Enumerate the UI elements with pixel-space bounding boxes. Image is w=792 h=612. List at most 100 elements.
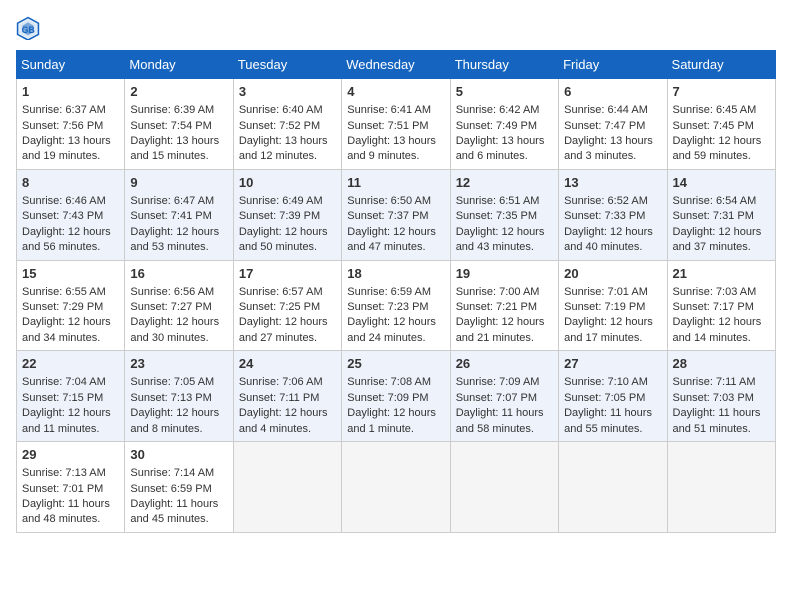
calendar-day-19: 19 Sunrise: 7:00 AM Sunset: 7:21 PM Dayl… (450, 260, 558, 351)
daylight-label: Daylight: 12 hours and 30 minutes. (130, 316, 219, 343)
calendar: Sunday Monday Tuesday Wednesday Thursday… (16, 50, 776, 533)
sunset-label: Sunset: 6:59 PM (130, 483, 211, 495)
sunrise-label: Sunrise: 6:51 AM (456, 195, 540, 207)
calendar-day-11: 11 Sunrise: 6:50 AM Sunset: 7:37 PM Dayl… (342, 169, 450, 260)
daylight-label: Daylight: 13 hours and 15 minutes. (130, 135, 219, 162)
sunset-label: Sunset: 7:21 PM (456, 301, 537, 313)
logo-icon: GB (16, 16, 40, 40)
sunset-label: Sunset: 7:07 PM (456, 392, 537, 404)
daylight-label: Daylight: 12 hours and 24 minutes. (347, 316, 436, 343)
daylight-label: Daylight: 12 hours and 50 minutes. (239, 226, 328, 253)
sunrise-label: Sunrise: 6:42 AM (456, 104, 540, 116)
calendar-day-empty (667, 442, 775, 533)
calendar-day-29: 29 Sunrise: 7:13 AM Sunset: 7:01 PM Dayl… (17, 442, 125, 533)
daylight-label: Daylight: 12 hours and 21 minutes. (456, 316, 545, 343)
calendar-day-1: 1 Sunrise: 6:37 AM Sunset: 7:56 PM Dayli… (17, 79, 125, 170)
sunrise-label: Sunrise: 7:10 AM (564, 376, 648, 388)
sunrise-label: Sunrise: 6:44 AM (564, 104, 648, 116)
calendar-week-5: 29 Sunrise: 7:13 AM Sunset: 7:01 PM Dayl… (17, 442, 776, 533)
calendar-week-2: 8 Sunrise: 6:46 AM Sunset: 7:43 PM Dayli… (17, 169, 776, 260)
sunrise-label: Sunrise: 6:45 AM (673, 104, 757, 116)
daylight-label: Daylight: 12 hours and 59 minutes. (673, 135, 762, 162)
sunset-label: Sunset: 7:43 PM (22, 210, 103, 222)
calendar-day-3: 3 Sunrise: 6:40 AM Sunset: 7:52 PM Dayli… (233, 79, 341, 170)
header-friday: Friday (559, 51, 667, 79)
sunset-label: Sunset: 7:19 PM (564, 301, 645, 313)
day-number: 12 (456, 174, 553, 192)
day-number: 28 (673, 355, 770, 373)
calendar-day-6: 6 Sunrise: 6:44 AM Sunset: 7:47 PM Dayli… (559, 79, 667, 170)
day-number: 29 (22, 446, 119, 464)
daylight-label: Daylight: 13 hours and 6 minutes. (456, 135, 545, 162)
sunrise-label: Sunrise: 6:39 AM (130, 104, 214, 116)
daylight-label: Daylight: 12 hours and 11 minutes. (22, 407, 111, 434)
calendar-day-16: 16 Sunrise: 6:56 AM Sunset: 7:27 PM Dayl… (125, 260, 233, 351)
day-number: 27 (564, 355, 661, 373)
calendar-day-2: 2 Sunrise: 6:39 AM Sunset: 7:54 PM Dayli… (125, 79, 233, 170)
daylight-label: Daylight: 12 hours and 40 minutes. (564, 226, 653, 253)
day-number: 10 (239, 174, 336, 192)
daylight-label: Daylight: 11 hours and 48 minutes. (22, 498, 110, 525)
sunset-label: Sunset: 7:17 PM (673, 301, 754, 313)
daylight-label: Daylight: 12 hours and 8 minutes. (130, 407, 219, 434)
header-wednesday: Wednesday (342, 51, 450, 79)
daylight-label: Daylight: 13 hours and 9 minutes. (347, 135, 436, 162)
day-number: 9 (130, 174, 227, 192)
calendar-day-30: 30 Sunrise: 7:14 AM Sunset: 6:59 PM Dayl… (125, 442, 233, 533)
sunset-label: Sunset: 7:11 PM (239, 392, 320, 404)
daylight-label: Daylight: 12 hours and 47 minutes. (347, 226, 436, 253)
sunrise-label: Sunrise: 6:56 AM (130, 286, 214, 298)
day-number: 14 (673, 174, 770, 192)
daylight-label: Daylight: 12 hours and 4 minutes. (239, 407, 328, 434)
day-number: 30 (130, 446, 227, 464)
header-monday: Monday (125, 51, 233, 79)
day-number: 22 (22, 355, 119, 373)
header-tuesday: Tuesday (233, 51, 341, 79)
daylight-label: Daylight: 11 hours and 55 minutes. (564, 407, 652, 434)
day-number: 11 (347, 174, 444, 192)
sunset-label: Sunset: 7:23 PM (347, 301, 428, 313)
day-number: 7 (673, 83, 770, 101)
calendar-day-empty (450, 442, 558, 533)
sunset-label: Sunset: 7:49 PM (456, 120, 537, 132)
calendar-day-12: 12 Sunrise: 6:51 AM Sunset: 7:35 PM Dayl… (450, 169, 558, 260)
sunrise-label: Sunrise: 7:04 AM (22, 376, 106, 388)
daylight-label: Daylight: 11 hours and 51 minutes. (673, 407, 761, 434)
day-number: 15 (22, 265, 119, 283)
daylight-label: Daylight: 12 hours and 34 minutes. (22, 316, 111, 343)
daylight-label: Daylight: 12 hours and 27 minutes. (239, 316, 328, 343)
weekday-header-row: Sunday Monday Tuesday Wednesday Thursday… (17, 51, 776, 79)
day-number: 26 (456, 355, 553, 373)
calendar-week-4: 22 Sunrise: 7:04 AM Sunset: 7:15 PM Dayl… (17, 351, 776, 442)
day-number: 8 (22, 174, 119, 192)
sunset-label: Sunset: 7:54 PM (130, 120, 211, 132)
sunset-label: Sunset: 7:39 PM (239, 210, 320, 222)
sunset-label: Sunset: 7:33 PM (564, 210, 645, 222)
day-number: 23 (130, 355, 227, 373)
daylight-label: Daylight: 13 hours and 19 minutes. (22, 135, 111, 162)
sunrise-label: Sunrise: 7:09 AM (456, 376, 540, 388)
calendar-week-1: 1 Sunrise: 6:37 AM Sunset: 7:56 PM Dayli… (17, 79, 776, 170)
calendar-day-7: 7 Sunrise: 6:45 AM Sunset: 7:45 PM Dayli… (667, 79, 775, 170)
sunset-label: Sunset: 7:03 PM (673, 392, 754, 404)
calendar-day-empty (342, 442, 450, 533)
sunrise-label: Sunrise: 6:40 AM (239, 104, 323, 116)
daylight-label: Daylight: 12 hours and 14 minutes. (673, 316, 762, 343)
sunset-label: Sunset: 7:27 PM (130, 301, 211, 313)
calendar-day-26: 26 Sunrise: 7:09 AM Sunset: 7:07 PM Dayl… (450, 351, 558, 442)
sunset-label: Sunset: 7:01 PM (22, 483, 103, 495)
sunset-label: Sunset: 7:31 PM (673, 210, 754, 222)
logo: GB (16, 16, 44, 40)
calendar-day-28: 28 Sunrise: 7:11 AM Sunset: 7:03 PM Dayl… (667, 351, 775, 442)
sunrise-label: Sunrise: 6:54 AM (673, 195, 757, 207)
day-number: 6 (564, 83, 661, 101)
sunrise-label: Sunrise: 7:14 AM (130, 467, 214, 479)
header: GB (16, 16, 776, 40)
sunset-label: Sunset: 7:35 PM (456, 210, 537, 222)
header-saturday: Saturday (667, 51, 775, 79)
sunrise-label: Sunrise: 6:50 AM (347, 195, 431, 207)
sunset-label: Sunset: 7:41 PM (130, 210, 211, 222)
header-sunday: Sunday (17, 51, 125, 79)
svg-text:GB: GB (22, 25, 35, 35)
sunrise-label: Sunrise: 6:41 AM (347, 104, 431, 116)
